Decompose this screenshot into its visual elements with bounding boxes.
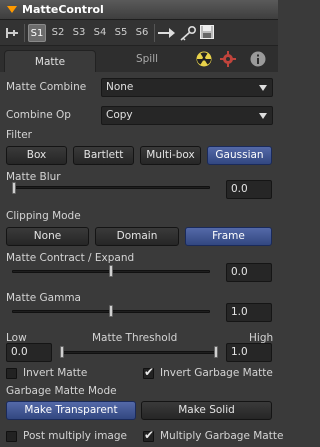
save-icon[interactable] [200, 25, 214, 39]
radiation-icon[interactable] [196, 51, 212, 67]
matte-gamma-slider-thumb[interactable] [109, 305, 113, 317]
make-solid-button[interactable]: Make Solid [141, 401, 272, 420]
clipping-domain-button[interactable]: Domain [95, 227, 179, 246]
matte-contract-expand-input[interactable]: 0.0 [226, 263, 272, 282]
clipping-none-button[interactable]: None [6, 227, 89, 246]
matte-combine-dropdown[interactable]: None [101, 78, 273, 97]
matte-threshold-high-thumb[interactable] [214, 346, 218, 358]
post-multiply-image-label: Post multiply image [23, 430, 127, 442]
key-icon[interactable] [179, 25, 197, 41]
filter-bartlett-button[interactable]: Bartlett [73, 146, 134, 165]
filter-multi-box-button[interactable]: Multi-box [140, 146, 201, 165]
matte-blur-slider-thumb[interactable] [12, 182, 16, 194]
checkmark-icon: ✔ [144, 365, 155, 379]
version-toolbar: S1 S2 S3 S4 S5 S6 [0, 20, 278, 46]
slot-button-s1[interactable]: S1 [28, 24, 46, 42]
invert-matte-label: Invert Matte [23, 367, 88, 379]
matte-combine-value: None [106, 81, 134, 93]
matte-contract-expand-label: Matte Contract / Expand [6, 252, 135, 264]
post-multiply-image-checkbox[interactable] [6, 431, 17, 442]
slot-button-s4[interactable]: S4 [91, 24, 109, 42]
multiply-garbage-matte-label: Multiply Garbage Matte [160, 430, 284, 442]
filter-gaussian-button[interactable]: Gaussian [207, 146, 272, 165]
multiply-garbage-matte-checkbox[interactable]: ✔ [143, 428, 155, 442]
slot-button-s6[interactable]: S6 [133, 24, 151, 42]
chevron-down-icon [259, 85, 267, 91]
combine-op-label: Combine Op [6, 109, 71, 121]
slot-button-s2[interactable]: S2 [49, 24, 67, 42]
filter-label: Filter [6, 129, 33, 141]
matte-contract-expand-slider-thumb[interactable] [109, 265, 113, 277]
garbage-matte-mode-label: Garbage Matte Mode [6, 385, 117, 397]
matte-threshold-low-input[interactable]: 0.0 [6, 343, 52, 362]
slot-button-s3[interactable]: S3 [70, 24, 88, 42]
invert-matte-checkbox[interactable] [6, 368, 17, 379]
slot-button-s5[interactable]: S5 [112, 24, 130, 42]
matte-gamma-input[interactable]: 1.0 [226, 303, 272, 322]
tab-matte[interactable]: Matte [4, 50, 96, 72]
clipping-mode-label: Clipping Mode [6, 210, 81, 222]
title-bar[interactable]: MatteControl [0, 0, 278, 20]
filter-box-button[interactable]: Box [6, 146, 67, 165]
arrow-right-icon[interactable] [158, 27, 176, 39]
info-icon[interactable] [250, 51, 266, 67]
toolbar-separator [154, 24, 155, 42]
combine-op-value: Copy [106, 109, 133, 121]
matte-combine-label: Matte Combine [6, 81, 87, 93]
clipping-frame-button[interactable]: Frame [185, 227, 272, 246]
matte-threshold-high-input[interactable]: 1.0 [226, 343, 272, 362]
make-transparent-button[interactable]: Make Transparent [6, 401, 136, 420]
tab-bar: Matte Spill [0, 46, 278, 72]
tab-spill[interactable]: Spill [130, 48, 164, 70]
gear-icon[interactable] [220, 51, 236, 67]
combine-op-dropdown[interactable]: Copy [101, 106, 273, 125]
pin-icon[interactable] [5, 27, 21, 39]
invert-garbage-matte-checkbox[interactable]: ✔ [143, 365, 155, 379]
chevron-down-icon [259, 113, 267, 119]
collapse-triangle-icon[interactable] [7, 6, 17, 13]
invert-garbage-matte-label: Invert Garbage Matte [160, 367, 273, 379]
matte-blur-input[interactable]: 0.0 [226, 180, 272, 199]
matte-blur-slider-track[interactable] [12, 186, 210, 189]
toolbar-separator [24, 24, 25, 42]
matte-threshold-label: Matte Threshold [92, 332, 178, 344]
checkmark-icon: ✔ [144, 428, 155, 442]
matte-threshold-range-track[interactable] [62, 351, 218, 354]
tool-title: MatteControl [22, 3, 104, 16]
matte-threshold-low-thumb[interactable] [60, 346, 64, 358]
matte-gamma-label: Matte Gamma [6, 292, 81, 304]
